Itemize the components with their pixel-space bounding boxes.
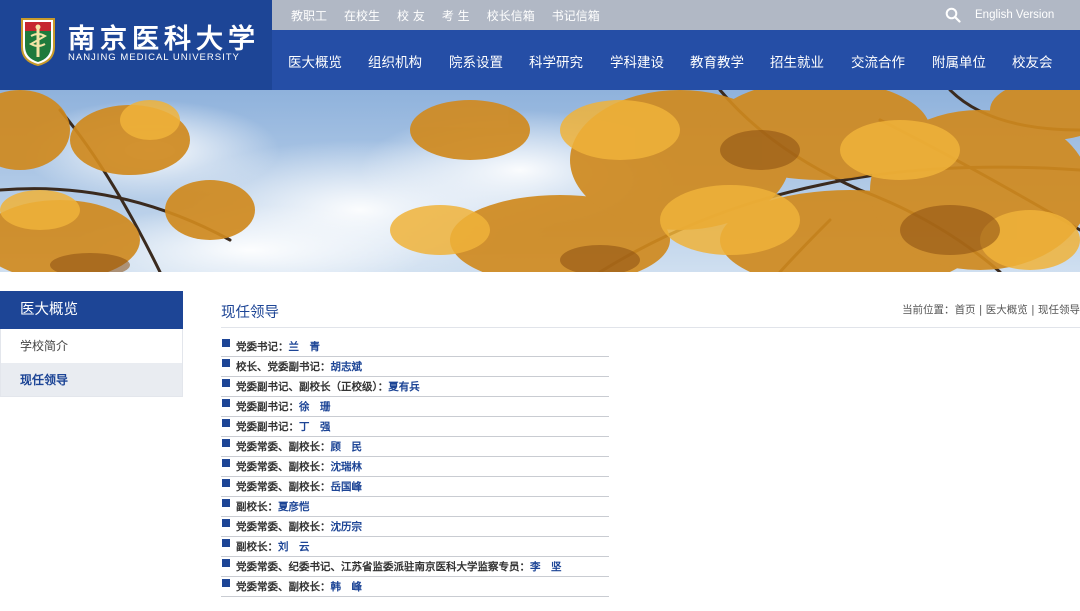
leader-role: 党委常委、副校长： xyxy=(236,441,331,453)
bullet-square-icon xyxy=(222,519,230,527)
leader-name: 丁 强 xyxy=(299,421,331,433)
list-item: 党委书记：兰 青 xyxy=(221,337,609,357)
bullet-square-icon xyxy=(222,399,230,407)
list-item: 党委副书记：丁 强 xyxy=(221,417,609,437)
top-link-staff[interactable]: 教职工 xyxy=(291,7,327,24)
top-link-applicants[interactable]: 考 生 xyxy=(442,7,470,24)
nav-education[interactable]: 教育教学 xyxy=(690,51,744,71)
leader-role: 校长、党委副书记： xyxy=(236,361,331,373)
leader-role: 党委常委、副校长： xyxy=(236,481,331,493)
sidebar-item-current-leaders[interactable]: 现任领导 xyxy=(0,363,183,397)
list-item: 党委常委、副校长：岳国峰 xyxy=(221,477,609,497)
top-links: 教职工 在校生 校 友 考 生 校长信箱 书记信箱 xyxy=(291,0,617,30)
site-header: 南京医科大学 NANJING MEDICAL UNIVERSITY 教职工 在校… xyxy=(0,0,1080,90)
top-link-alumni[interactable]: 校 友 xyxy=(397,7,425,24)
search-icon[interactable] xyxy=(945,7,961,23)
bullet-square-icon xyxy=(222,339,230,347)
leader-name: 岳国峰 xyxy=(330,481,363,493)
bullet-square-icon xyxy=(222,479,230,487)
top-link-students[interactable]: 在校生 xyxy=(344,7,380,24)
list-item: 党委副书记、副校长（正校级）：夏有兵 xyxy=(221,377,609,397)
leader-role: 党委副书记、副校长（正校级）： xyxy=(236,381,389,393)
bullet-square-icon xyxy=(222,559,230,567)
leader-role: 党委副书记： xyxy=(236,421,299,433)
leader-name: 韩 峰 xyxy=(330,581,363,593)
leader-role: 党委常委、纪委书记、江苏省监委派驻南京医科大学监察专员： xyxy=(236,561,530,573)
nav-schools[interactable]: 院系设置 xyxy=(449,51,503,71)
nav-organization[interactable]: 组织机构 xyxy=(368,51,422,71)
list-item: 党委副书记：徐 珊 xyxy=(221,397,609,417)
nav-exchange[interactable]: 交流合作 xyxy=(851,51,905,71)
list-item: 副校长：夏彦恺 xyxy=(221,497,609,517)
nav-overview[interactable]: 医大概览 xyxy=(288,51,342,71)
leader-name: 胡志斌 xyxy=(330,361,363,373)
leader-role: 党委常委、副校长： xyxy=(236,461,331,473)
leader-role: 党委常委、副校长： xyxy=(236,581,331,593)
leader-name: 夏有兵 xyxy=(388,381,420,393)
leader-name: 沈瑞林 xyxy=(330,461,363,473)
bullet-square-icon xyxy=(222,459,230,467)
bullet-square-icon xyxy=(222,439,230,447)
leader-role: 副校长： xyxy=(236,501,278,513)
banner-image xyxy=(0,90,1080,272)
nav-disciplines[interactable]: 学科建设 xyxy=(610,51,664,71)
title-divider xyxy=(221,327,1080,328)
main-nav: 医大概览 组织机构 院系设置 科学研究 学科建设 教育教学 招生就业 交流合作 … xyxy=(272,30,1080,90)
sidebar: 医大概览 学校简介 现任领导 xyxy=(0,291,183,397)
list-item: 党委常委、副校长：沈历宗 xyxy=(221,517,609,537)
bullet-square-icon xyxy=(222,579,230,587)
list-item: 党委常委、副校长：韩 峰 xyxy=(221,577,609,597)
nav-admissions[interactable]: 招生就业 xyxy=(770,51,824,71)
leader-name: 夏彦恺 xyxy=(278,501,310,513)
leader-name: 徐 珊 xyxy=(299,401,331,413)
bullet-square-icon xyxy=(222,359,230,367)
bullet-square-icon xyxy=(222,379,230,387)
leader-name: 刘 云 xyxy=(278,541,310,553)
emblem-icon xyxy=(21,18,55,67)
university-name-en: NANJING MEDICAL UNIVERSITY xyxy=(68,52,240,63)
leader-role: 党委副书记： xyxy=(236,401,299,413)
top-link-president-mailbox[interactable]: 校长信箱 xyxy=(487,7,535,24)
leader-list: 党委书记：兰 青 校长、党委副书记：胡志斌 党委副书记、副校长（正校级）：夏有兵… xyxy=(221,337,609,597)
page-title: 现任领导 xyxy=(221,305,279,321)
breadcrumb: 当前位置：首页 | 医大概览 | 现任领导 xyxy=(902,302,1080,317)
breadcrumb-current: 现任领导 xyxy=(1038,304,1080,316)
university-name-cn: 南京医科大学 xyxy=(68,24,260,55)
breadcrumb-section-link[interactable]: 医大概览 xyxy=(986,304,1028,316)
list-item: 副校长：刘 云 xyxy=(221,537,609,557)
top-link-secretary-mailbox[interactable]: 书记信箱 xyxy=(552,7,600,24)
sidebar-item-school-intro[interactable]: 学校简介 xyxy=(0,329,183,363)
list-item: 党委常委、副校长：顾 民 xyxy=(221,437,609,457)
leader-name: 李 坚 xyxy=(530,561,562,573)
english-version-link[interactable]: English Version xyxy=(975,0,1054,30)
nav-alumni[interactable]: 校友会 xyxy=(1012,51,1053,71)
list-item: 党委常委、纪委书记、江苏省监委派驻南京医科大学监察专员：李 坚 xyxy=(221,557,609,577)
leader-name: 沈历宗 xyxy=(330,521,363,533)
bullet-square-icon xyxy=(222,419,230,427)
breadcrumb-prefix: 当前位置： xyxy=(902,304,955,316)
leader-role: 党委书记： xyxy=(236,341,289,353)
leader-role: 党委常委、副校长： xyxy=(236,521,331,533)
breadcrumb-home-link[interactable]: 首页 xyxy=(955,304,976,316)
leader-name: 顾 民 xyxy=(330,441,363,453)
university-logo[interactable]: 南京医科大学 NANJING MEDICAL UNIVERSITY xyxy=(0,0,272,90)
bullet-square-icon xyxy=(222,539,230,547)
list-item: 党委常委、副校长：沈瑞林 xyxy=(221,457,609,477)
bullet-square-icon xyxy=(222,499,230,507)
leader-name: 兰 青 xyxy=(288,341,321,353)
breadcrumb-separator: | xyxy=(975,304,986,316)
sidebar-title: 医大概览 xyxy=(0,291,183,329)
nav-research[interactable]: 科学研究 xyxy=(529,51,583,71)
leader-role: 副校长： xyxy=(236,541,278,553)
breadcrumb-separator: | xyxy=(1027,304,1038,316)
nav-affiliates[interactable]: 附属单位 xyxy=(932,51,986,71)
top-bar: 教职工 在校生 校 友 考 生 校长信箱 书记信箱 English Versio… xyxy=(272,0,1080,30)
list-item: 校长、党委副书记：胡志斌 xyxy=(221,357,609,377)
